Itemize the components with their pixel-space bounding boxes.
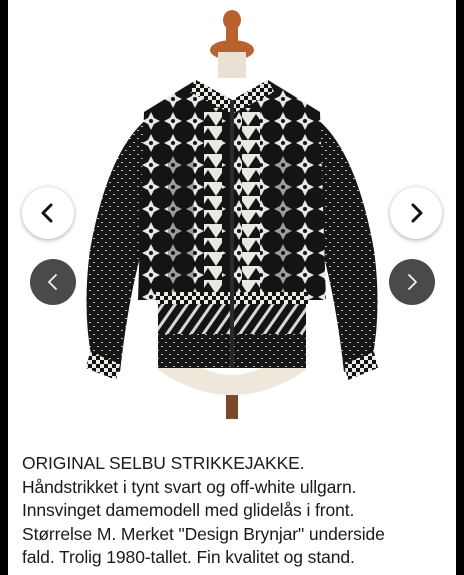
description-line: Håndstrikket i tynt svart og off-white u… xyxy=(22,476,357,497)
chevron-right-icon xyxy=(411,203,423,223)
carousel-next-button[interactable] xyxy=(389,259,435,305)
description-line: Størrelse M. Merket "Design Brynjar" und… xyxy=(22,523,385,544)
prev-image-button[interactable] xyxy=(22,187,74,239)
listing-frame: ORIGINAL SELBU STRIKKEJAKKE. Håndstrikke… xyxy=(8,0,456,575)
carousel-prev-button[interactable] xyxy=(30,259,76,305)
description-line: fald. Trolig 1980-tallet. Fin kvalitet o… xyxy=(22,547,355,568)
next-image-button[interactable] xyxy=(390,187,442,239)
chevron-right-icon xyxy=(408,274,417,290)
listing-description: ORIGINAL SELBU STRIKKEJAKKE. Håndstrikke… xyxy=(22,452,452,570)
description-line: Innsvinget damemodell med glidelås i fro… xyxy=(22,500,355,521)
chevron-left-icon xyxy=(48,274,57,290)
product-photo[interactable] xyxy=(8,0,456,440)
chevron-left-icon xyxy=(41,203,53,223)
description-line: ORIGINAL SELBU STRIKKEJAKKE. xyxy=(22,453,305,473)
jacket-on-mannequin-image xyxy=(86,10,378,419)
